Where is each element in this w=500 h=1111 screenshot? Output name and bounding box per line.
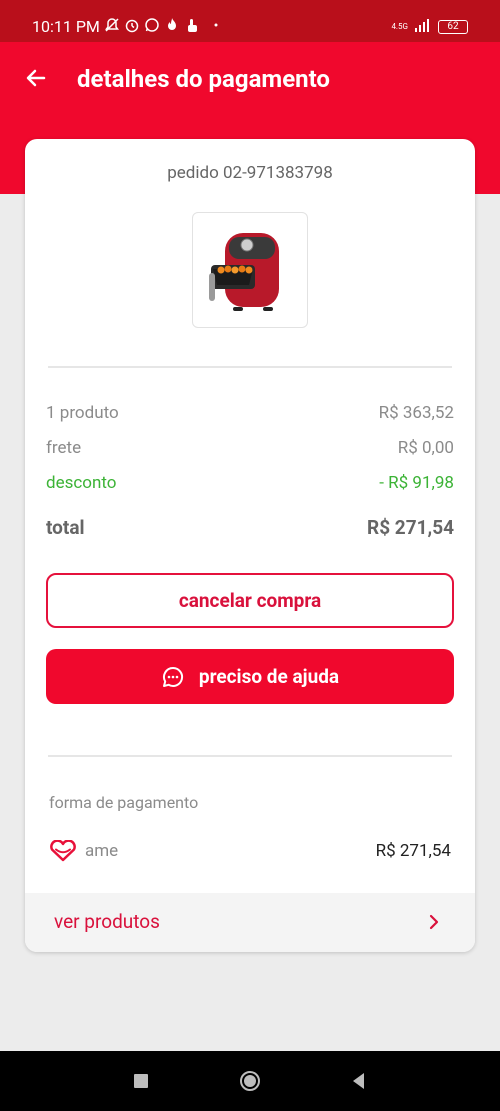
view-products-link[interactable]: ver produtos [54, 911, 160, 933]
divider [48, 755, 452, 757]
discount-label: desconto [46, 473, 117, 493]
chat-bubble-icon [161, 665, 185, 689]
payment-details-card: pedido 02-971383798 1 produto R$ 363,52 [25, 139, 475, 952]
view-products-row[interactable]: ver produtos [25, 893, 475, 952]
products-label: 1 produto [46, 403, 119, 423]
total-row: total R$ 271,54 [46, 517, 454, 539]
chevron-right-icon [427, 913, 441, 931]
cancel-purchase-label: cancelar compra [178, 589, 322, 612]
touch-icon [184, 17, 200, 33]
home-circle-icon[interactable] [239, 1070, 261, 1092]
payment-method-row: ame R$ 271,54 [49, 838, 451, 864]
payment-section-label: forma de pagamento [49, 793, 199, 812]
network-label: 4.5G [391, 22, 408, 31]
recents-square-icon[interactable] [130, 1070, 152, 1092]
battery-level: 62 [447, 21, 459, 32]
cancel-purchase-button[interactable]: cancelar compra [46, 573, 454, 628]
page-title: detalhes do pagamento [77, 65, 330, 93]
status-notification-icons [104, 17, 220, 33]
flame-icon [164, 17, 180, 33]
help-button[interactable]: preciso de ajuda [46, 649, 454, 704]
shipping-label: frete [46, 438, 82, 458]
status-right-group: 4.5G 62 [391, 17, 468, 36]
status-bar: 10:11 PM 4.5G 62 [0, 0, 500, 42]
divider [48, 366, 452, 368]
payment-amount: R$ 271,54 [375, 841, 451, 861]
order-id: pedido 02-971383798 [167, 163, 333, 183]
product-thumbnail[interactable] [192, 212, 308, 328]
discount-row: desconto - R$ 91,98 [46, 472, 454, 494]
alarm-icon [124, 17, 140, 33]
shipping-row: frete R$ 0,00 [46, 437, 454, 459]
help-label: preciso de ajuda [198, 665, 340, 688]
shipping-value: R$ 0,00 [397, 438, 454, 458]
air-fryer-image [209, 233, 279, 311]
back-triangle-icon[interactable] [348, 1070, 370, 1092]
payment-method-name: ame [85, 841, 119, 861]
signal-icon [414, 17, 432, 36]
whatsapp-icon [144, 17, 160, 33]
payment-method-group: ame [49, 840, 118, 862]
system-nav-bar [0, 1051, 500, 1111]
status-time: 10:11 PM [32, 17, 100, 36]
mute-icon [104, 17, 120, 33]
ame-heart-icon [49, 840, 77, 862]
dot-icon [204, 17, 220, 33]
total-label: total [46, 516, 85, 539]
products-value: R$ 363,52 [378, 403, 454, 423]
products-row: 1 produto R$ 363,52 [46, 402, 454, 424]
total-value: R$ 271,54 [367, 516, 454, 539]
discount-value: - R$ 91,98 [379, 473, 454, 493]
battery-icon: 62 [438, 19, 468, 34]
back-arrow-icon[interactable] [24, 66, 48, 90]
